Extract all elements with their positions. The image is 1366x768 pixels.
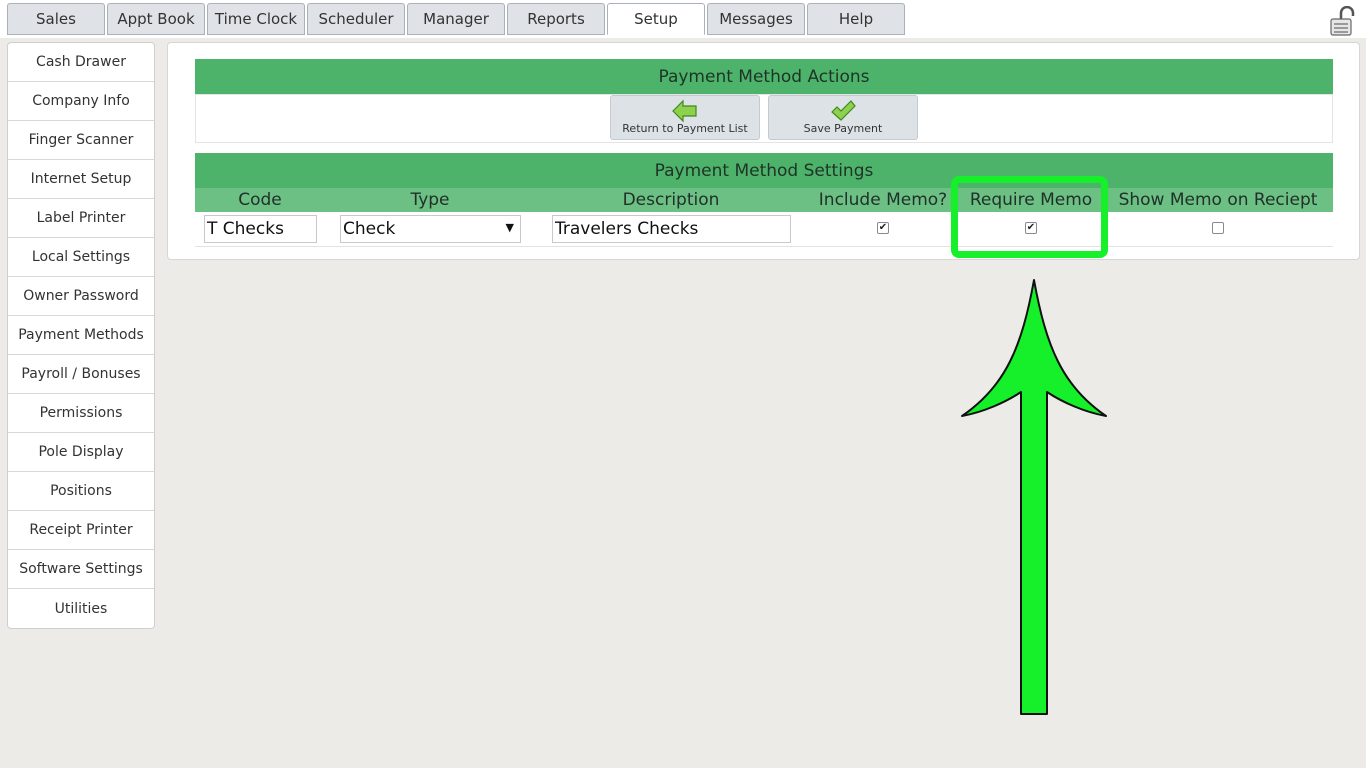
column-header-code: Code [238, 190, 282, 210]
tab-scheduler[interactable]: Scheduler [307, 3, 405, 35]
sidebar-item-payment-methods[interactable]: Payment Methods [8, 316, 154, 355]
actions-toolbar [195, 94, 1333, 143]
return-to-payment-list-button[interactable]: Return to Payment List [610, 95, 760, 140]
type-select[interactable]: Check ▼ [340, 215, 521, 243]
sidebar-item-software-settings[interactable]: Software Settings [8, 550, 154, 589]
tab-sales[interactable]: Sales [7, 3, 105, 35]
settings-table-header: Code Type Description Include Memo? Requ… [195, 188, 1333, 212]
description-field[interactable]: Travelers Checks [552, 215, 791, 243]
checkmark-icon [829, 99, 857, 126]
column-header-type: Type [410, 190, 450, 210]
tab-help[interactable]: Help [807, 3, 905, 35]
tab-manager[interactable]: Manager [407, 3, 505, 35]
type-select-value: Check [343, 219, 396, 239]
save-payment-button[interactable]: Save Payment [768, 95, 918, 140]
sidebar-item-owner-password[interactable]: Owner Password [8, 277, 154, 316]
column-header-description: Description [622, 190, 720, 210]
sidebar-item-cash-drawer[interactable]: Cash Drawer [8, 43, 154, 82]
sidebar-item-utilities[interactable]: Utilities [8, 589, 154, 628]
column-header-include-memo: Include Memo? [818, 190, 948, 210]
tab-reports[interactable]: Reports [507, 3, 605, 35]
sidebar-item-positions[interactable]: Positions [8, 472, 154, 511]
include-memo-checkbox[interactable]: ✔ [877, 222, 889, 234]
tab-time-clock[interactable]: Time Clock [207, 3, 305, 35]
show-memo-on-receipt-checkbox[interactable] [1212, 222, 1224, 234]
sidebar-item-pole-display[interactable]: Pole Display [8, 433, 154, 472]
dropdown-arrow-icon: ▼ [505, 221, 514, 234]
tab-appt-book[interactable]: Appt Book [107, 3, 205, 35]
tab-setup[interactable]: Setup [607, 3, 705, 35]
table-row: T Checks Check ▼ Travelers Checks ✔ ✔ [195, 212, 1333, 247]
tab-list: Sales Appt Book Time Clock Scheduler Man… [7, 3, 907, 35]
top-nav-bar: Sales Appt Book Time Clock Scheduler Man… [0, 0, 1366, 38]
actions-section-title: Payment Method Actions [195, 59, 1333, 94]
code-field[interactable]: T Checks [204, 215, 317, 243]
sidebar-item-permissions[interactable]: Permissions [8, 394, 154, 433]
sidebar-item-local-settings[interactable]: Local Settings [8, 238, 154, 277]
annotation-up-arrow-icon [958, 276, 1112, 726]
sidebar-item-payroll-bonuses[interactable]: Payroll / Bonuses [8, 355, 154, 394]
sidebar-item-label-printer[interactable]: Label Printer [8, 199, 154, 238]
settings-section-title: Payment Method Settings [195, 153, 1333, 188]
require-memo-highlight-box [951, 176, 1108, 258]
payment-method-panel: Payment Method Actions Return to Payment… [167, 42, 1360, 260]
tab-messages[interactable]: Messages [707, 3, 805, 35]
sidebar-item-receipt-printer[interactable]: Receipt Printer [8, 511, 154, 550]
setup-sidebar: Cash Drawer Company Info Finger Scanner … [7, 42, 155, 629]
sidebar-item-finger-scanner[interactable]: Finger Scanner [8, 121, 154, 160]
sidebar-item-internet-setup[interactable]: Internet Setup [8, 160, 154, 199]
back-arrow-icon [671, 99, 699, 126]
sidebar-item-company-info[interactable]: Company Info [8, 82, 154, 121]
column-header-show-memo-on-receipt: Show Memo on Reciept [1118, 190, 1318, 210]
unlock-icon[interactable] [1329, 5, 1357, 36]
